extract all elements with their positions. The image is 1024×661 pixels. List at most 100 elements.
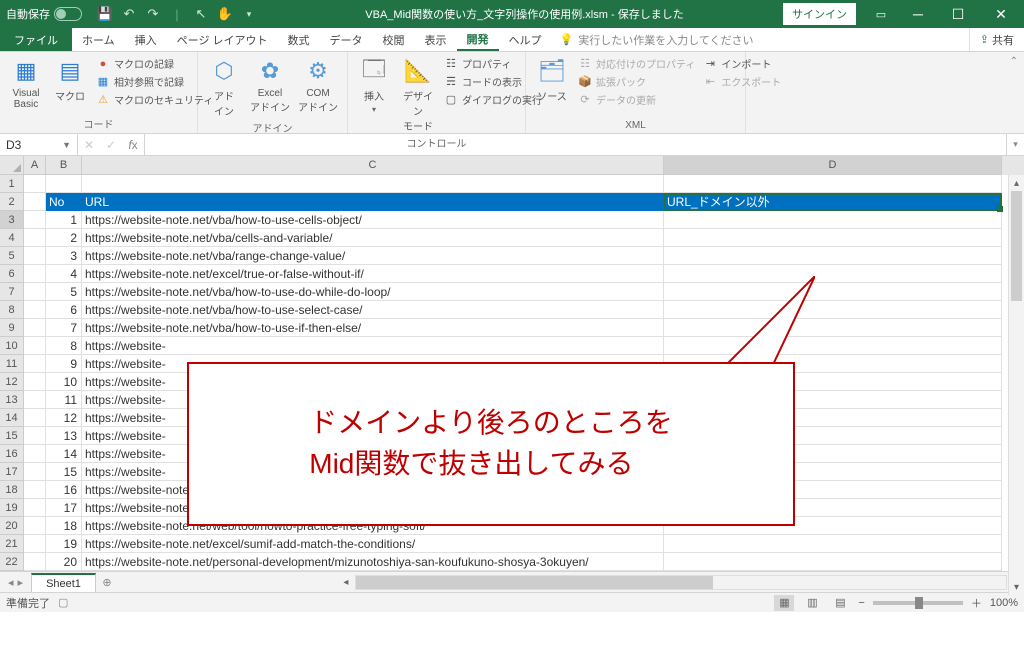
xml-source-button[interactable]: 🗂ソース: [530, 54, 574, 105]
excel-addin-button[interactable]: ✿Excel アドイン: [246, 54, 294, 116]
cell-url[interactable]: https://website-note.net/vba/range-chang…: [82, 247, 664, 265]
row-header[interactable]: 18: [0, 481, 24, 499]
cell-domain[interactable]: [664, 247, 1002, 265]
redo-icon[interactable]: ↷: [146, 7, 160, 21]
cell[interactable]: [24, 337, 46, 355]
add-sheet-button[interactable]: ⊕: [96, 572, 118, 592]
tab-data[interactable]: データ: [320, 28, 373, 51]
cell[interactable]: [24, 211, 46, 229]
cell-no[interactable]: 1: [46, 211, 82, 229]
tab-review[interactable]: 校閲: [373, 28, 415, 51]
cell-domain[interactable]: [664, 337, 1002, 355]
row-header[interactable]: 1: [0, 175, 24, 193]
view-normal-icon[interactable]: ▦: [774, 595, 794, 611]
cell-domain[interactable]: [664, 283, 1002, 301]
xml-mapprops-button[interactable]: ☷対応付けのプロパティ: [578, 56, 695, 71]
macro-record-icon[interactable]: ▢: [58, 596, 68, 609]
row-header[interactable]: 6: [0, 265, 24, 283]
tab-help[interactable]: ヘルプ: [499, 28, 552, 51]
tab-view[interactable]: 表示: [415, 28, 457, 51]
cursor-icon[interactable]: ↖: [194, 7, 208, 21]
row-header[interactable]: 20: [0, 517, 24, 535]
visual-basic-button[interactable]: ▦ Visual Basic: [4, 54, 48, 112]
cell[interactable]: [24, 409, 46, 427]
cell[interactable]: [24, 301, 46, 319]
cell-no[interactable]: 14: [46, 445, 82, 463]
scroll-up-icon[interactable]: ▴: [1009, 175, 1024, 191]
insert-control-button[interactable]: 🗔挿入▾: [352, 54, 396, 116]
cell-no[interactable]: 2: [46, 229, 82, 247]
col-header-D[interactable]: D: [664, 156, 1002, 175]
select-all-button[interactable]: [0, 156, 24, 175]
cell-domain[interactable]: [664, 211, 1002, 229]
ribbon-display-icon[interactable]: ▭: [864, 0, 898, 28]
cell[interactable]: [24, 247, 46, 265]
view-pagebreak-icon[interactable]: ▤: [830, 595, 850, 611]
xml-export-button[interactable]: ⇤エクスポート: [703, 74, 781, 89]
cell-no[interactable]: 15: [46, 463, 82, 481]
autosave-toggle[interactable]: 自動保存: [0, 6, 88, 22]
name-box[interactable]: D3 ▼: [0, 134, 78, 155]
horizontal-scrollbar[interactable]: ◂ ▸: [338, 572, 1024, 592]
cell[interactable]: [24, 553, 46, 571]
hscroll-thumb[interactable]: [356, 576, 714, 589]
cell-url[interactable]: https://website-note.net/vba/how-to-use-…: [82, 319, 664, 337]
cell[interactable]: [24, 229, 46, 247]
sheet-nav-prev-icon[interactable]: ◂: [8, 576, 14, 589]
close-button[interactable]: ✕: [978, 0, 1024, 28]
cell-domain[interactable]: [664, 229, 1002, 247]
scroll-down-icon[interactable]: ▾: [1009, 579, 1024, 595]
cell-no[interactable]: 20: [46, 553, 82, 571]
zoom-in-icon[interactable]: ＋: [971, 595, 982, 611]
cell[interactable]: [24, 355, 46, 373]
macro-security-button[interactable]: ⚠マクロのセキュリティ: [96, 92, 213, 107]
cell-no[interactable]: 12: [46, 409, 82, 427]
cell[interactable]: [24, 481, 46, 499]
row-header[interactable]: 19: [0, 499, 24, 517]
collapse-ribbon-icon[interactable]: ⌃: [1004, 52, 1024, 133]
cell-domain[interactable]: [664, 535, 1002, 553]
cell-no[interactable]: 4: [46, 265, 82, 283]
row-header[interactable]: 13: [0, 391, 24, 409]
cell-no[interactable]: 18: [46, 517, 82, 535]
row-header[interactable]: 7: [0, 283, 24, 301]
cell-url[interactable]: https://website-note.net/vba/how-to-use-…: [82, 301, 664, 319]
cell-url[interactable]: https://website-note.net/vba/how-to-use-…: [82, 283, 664, 301]
tab-formulas[interactable]: 数式: [278, 28, 320, 51]
record-macro-button[interactable]: ●マクロの記録: [96, 56, 213, 71]
cell-no[interactable]: 9: [46, 355, 82, 373]
maximize-button[interactable]: ☐: [938, 0, 978, 28]
formula-bar[interactable]: [145, 134, 1006, 155]
enter-formula-icon[interactable]: ✓: [100, 138, 122, 152]
fx-icon[interactable]: fx: [122, 138, 144, 152]
cell-url[interactable]: https://website-note.net/personal-develo…: [82, 553, 664, 571]
cell-domain[interactable]: [664, 553, 1002, 571]
cell[interactable]: [24, 373, 46, 391]
cell[interactable]: [24, 427, 46, 445]
cell[interactable]: [24, 517, 46, 535]
cell[interactable]: [24, 283, 46, 301]
row-header[interactable]: 10: [0, 337, 24, 355]
minimize-button[interactable]: ─: [898, 0, 938, 28]
hand-icon[interactable]: ✋: [218, 7, 232, 21]
row-header[interactable]: 9: [0, 319, 24, 337]
col-header-C[interactable]: C: [82, 156, 664, 175]
tab-pagelayout[interactable]: ページ レイアウト: [167, 28, 278, 51]
sheet-tab-sheet1[interactable]: Sheet1: [31, 573, 96, 592]
cell[interactable]: [24, 499, 46, 517]
cell[interactable]: [24, 463, 46, 481]
scroll-thumb[interactable]: [1011, 191, 1022, 301]
tab-developer[interactable]: 開発: [457, 28, 499, 51]
cell-no[interactable]: 16: [46, 481, 82, 499]
share-button[interactable]: ⇪ 共有: [969, 28, 1024, 51]
cell-no[interactable]: 10: [46, 373, 82, 391]
expand-formula-icon[interactable]: ▾: [1006, 134, 1024, 155]
cell[interactable]: [24, 445, 46, 463]
row-header[interactable]: 8: [0, 301, 24, 319]
cell-no[interactable]: 5: [46, 283, 82, 301]
cell-no[interactable]: 3: [46, 247, 82, 265]
zoom-out-icon[interactable]: −: [858, 597, 864, 609]
qat-dropdown-icon[interactable]: ▾: [242, 7, 256, 21]
col-header-A[interactable]: A: [24, 156, 46, 175]
cell-domain[interactable]: [664, 301, 1002, 319]
